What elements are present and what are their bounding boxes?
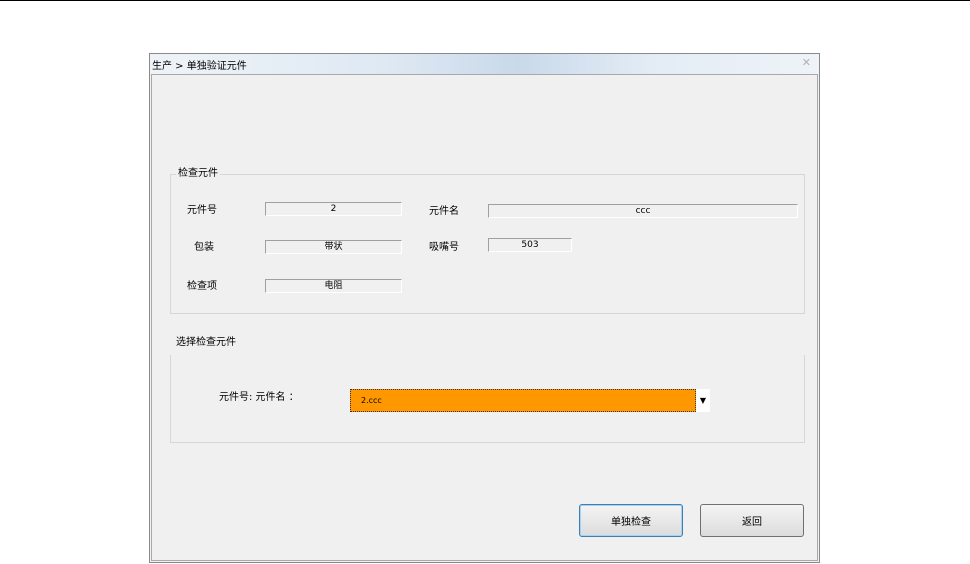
- dialog-window: 生产 > 单独验证元件 ✕ 检查元件 元件号 2 元件名 ccc 包装 带状 吸…: [149, 53, 820, 563]
- single-check-button[interactable]: 单独检查: [579, 504, 683, 537]
- select-component-title: 选择检查元件: [176, 337, 236, 348]
- check-component-group: 检查元件 元件号 2 元件名 ccc 包装 带状 吸嘴号 503 检查项 电阻: [170, 168, 805, 314]
- component-no-label: 元件号: [187, 205, 217, 216]
- nozzle-no-field: 503: [488, 238, 572, 252]
- component-no-field: 2: [265, 202, 402, 216]
- title-bar[interactable]: 生产 > 单独验证元件 ✕: [150, 54, 819, 74]
- component-name-field: ccc: [488, 204, 798, 218]
- check-component-title: 检查元件: [176, 168, 220, 180]
- check-item-field: 电阻: [265, 279, 402, 293]
- package-field: 带状: [265, 240, 402, 254]
- component-select-value[interactable]: 2.ccc: [350, 389, 696, 412]
- check-item-label: 检查项: [187, 281, 217, 292]
- nozzle-no-label: 吸嘴号: [429, 242, 459, 253]
- client-area: 检查元件 元件号 2 元件名 ccc 包装 带状 吸嘴号 503 检查项 电阻 …: [151, 74, 818, 561]
- top-rule: [0, 0, 970, 1]
- dropdown-arrow-icon[interactable]: ▼: [696, 389, 710, 412]
- window-title: 生产 > 单独验证元件: [152, 61, 247, 72]
- back-button[interactable]: 返回: [700, 504, 804, 537]
- package-label: 包装: [194, 242, 214, 253]
- component-select[interactable]: 2.ccc ▼: [350, 389, 710, 412]
- combo-label: 元件号: 元件名 ：: [219, 392, 299, 403]
- close-icon[interactable]: ✕: [802, 56, 811, 69]
- component-name-label: 元件名: [429, 206, 459, 217]
